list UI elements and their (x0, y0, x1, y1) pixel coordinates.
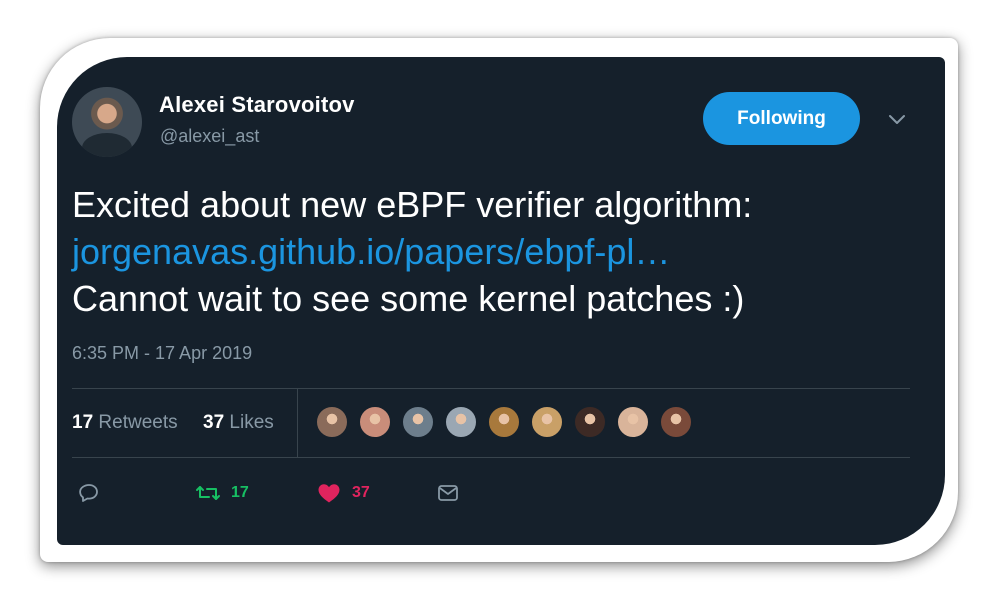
retweets-stat[interactable]: 17 Retweets (72, 412, 178, 434)
retweets-label: Retweets (98, 412, 178, 433)
author-avatar[interactable] (72, 87, 142, 157)
following-button[interactable]: Following (703, 92, 860, 145)
tweet-line: Cannot wait to see some kernel patches :… (72, 278, 745, 319)
tweet-card: Alexei Starovoitov @alexei_ast Following… (57, 57, 945, 545)
liker-avatar[interactable] (530, 405, 564, 439)
stats-divider (297, 388, 298, 457)
retweet-count: 17 (231, 484, 249, 501)
retweet-button[interactable]: 17 (195, 480, 249, 506)
envelope-icon (438, 485, 458, 501)
tweet-link[interactable]: jorgenavas.github.io/papers/ebpf-pl… (72, 228, 932, 275)
retweets-count: 17 (72, 412, 94, 433)
likes-label: Likes (229, 412, 274, 433)
liker-avatar[interactable] (444, 405, 478, 439)
tweet-text: Excited about new eBPF verifier algorith… (72, 181, 932, 322)
liker-avatar[interactable] (659, 405, 693, 439)
chevron-down-icon[interactable] (885, 112, 909, 128)
author-handle[interactable]: @alexei_ast (160, 126, 259, 147)
author-name[interactable]: Alexei Starovoitov (159, 92, 355, 118)
liker-avatar[interactable] (573, 405, 607, 439)
likes-count: 37 (203, 412, 225, 433)
liker-avatar[interactable] (616, 405, 650, 439)
tweet-line: Excited about new eBPF verifier algorith… (72, 184, 753, 225)
likes-stat[interactable]: 37 Likes (203, 412, 274, 434)
reply-icon (79, 484, 98, 502)
retweet-icon (196, 486, 220, 500)
liker-avatar[interactable] (358, 405, 392, 439)
divider (72, 457, 910, 458)
liker-avatar[interactable] (401, 405, 435, 439)
like-button[interactable]: 37 (316, 480, 370, 506)
tweet-timestamp[interactable]: 6:35 PM - 17 Apr 2019 (72, 343, 252, 364)
avatar-shirt (82, 133, 132, 157)
liker-avatar[interactable] (487, 405, 521, 439)
like-count: 37 (352, 484, 370, 501)
liker-avatar[interactable] (315, 405, 349, 439)
tweet-actions: 17 37 (57, 480, 945, 510)
direct-message-button[interactable] (436, 480, 460, 506)
divider (72, 388, 910, 389)
heart-icon (318, 484, 340, 503)
reply-button[interactable] (77, 480, 101, 506)
